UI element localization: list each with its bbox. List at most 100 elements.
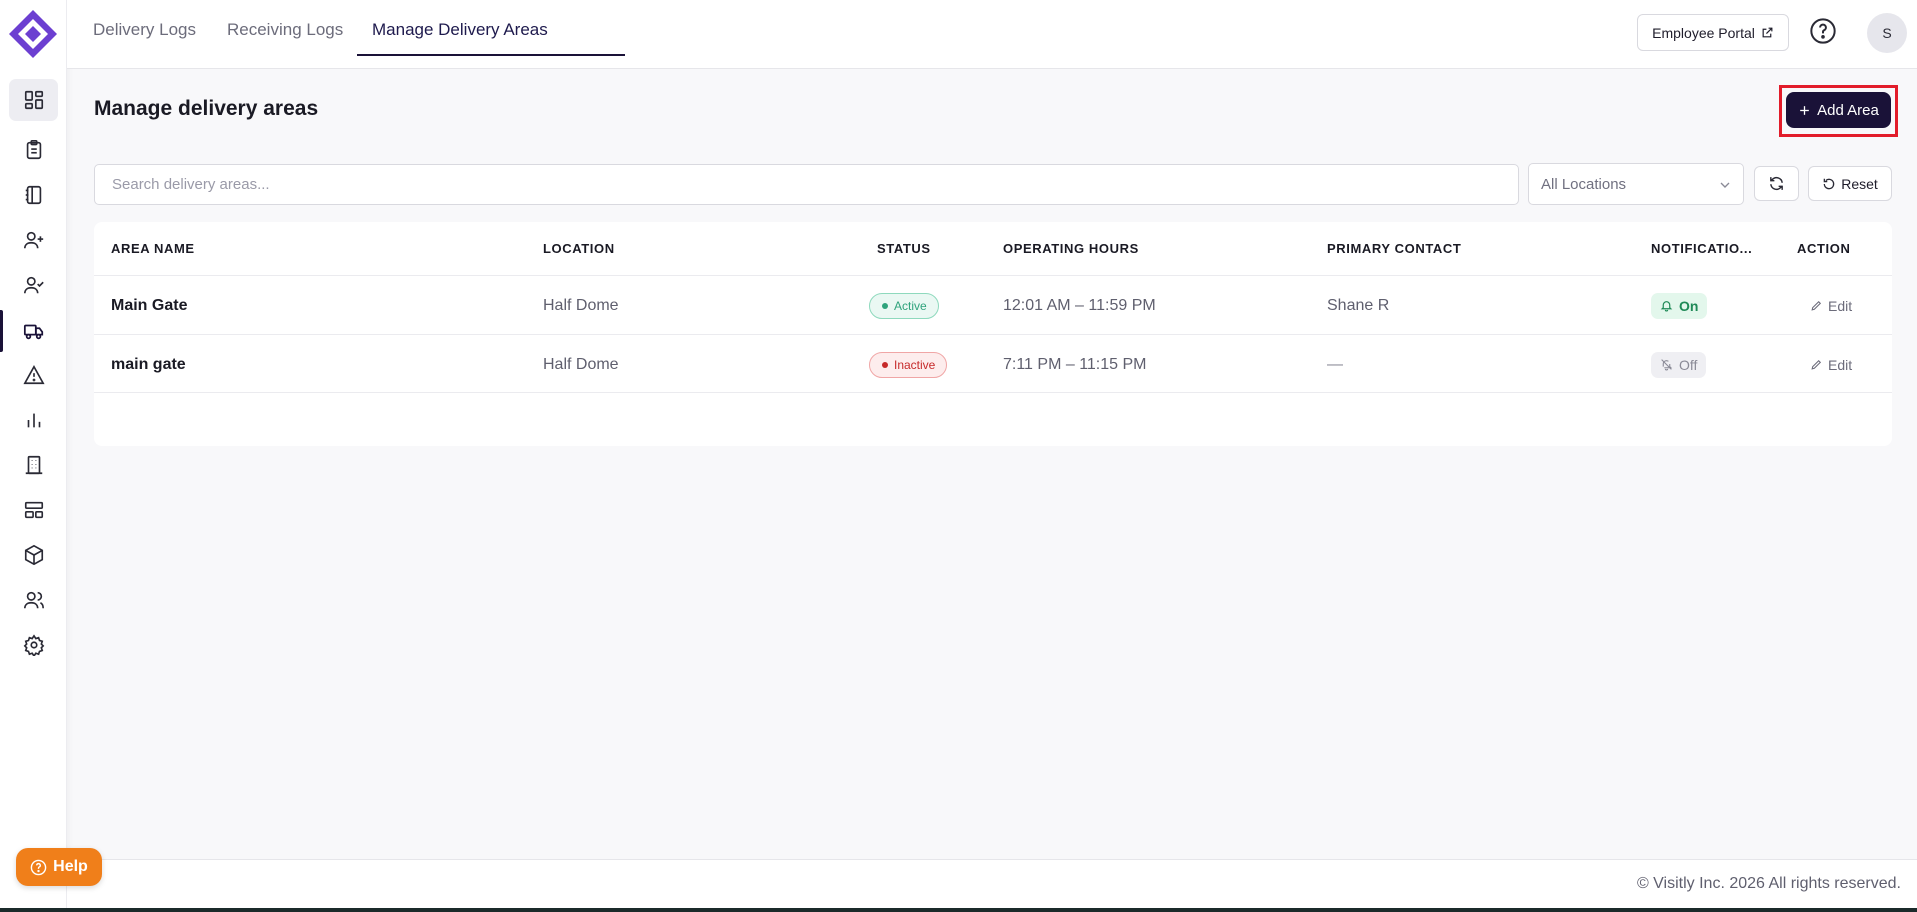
top-header: Delivery Logs Receiving Logs Manage Deli… [67,0,1917,69]
truck-icon [23,324,43,340]
bell-icon [1660,301,1673,312]
clipboard-icon [26,140,41,160]
bell-off-icon [1661,359,1673,371]
area-name-cell: Main Gate [111,296,188,314]
search-input[interactable] [94,164,1519,205]
pencil-icon [1811,359,1822,370]
active-nav-indicator [0,310,3,352]
location-filter-value: All Locations [1541,175,1627,193]
column-header-primary-contact[interactable]: PRIMARY CONTACT [1327,241,1461,256]
sidebar-item-incidents[interactable] [9,354,58,396]
warning-icon [22,365,45,385]
external-link-icon [1762,27,1773,38]
add-area-label: Add Area [1817,101,1879,119]
column-header-area-name[interactable]: AREA NAME [111,241,195,256]
tab-delivery-logs[interactable]: Delivery Logs [93,0,196,56]
primary-contact-cell: Shane R [1327,296,1390,314]
notification-label: On [1679,297,1699,314]
user-check-icon [23,276,44,294]
bottom-strip [0,908,1917,912]
location-cell: Half Dome [543,296,619,314]
edit-button[interactable]: Edit [1810,357,1852,373]
sidebar-item-dashboard[interactable] [9,79,58,121]
column-header-status[interactable]: STATUS [877,241,931,256]
column-header-location[interactable]: LOCATION [543,241,615,256]
sidebar-item-add-visitor[interactable] [9,219,58,261]
sidebar-item-check-in[interactable] [9,264,58,306]
bar-chart-icon [27,413,40,428]
pencil-icon [1811,300,1822,311]
edit-label: Edit [1828,356,1853,373]
table-row[interactable]: main gate Half Dome Inactive 7:11 PM – 1… [94,334,1892,393]
users-icon [23,591,44,609]
sidebar-item-deliveries[interactable] [9,310,58,352]
building-icon [25,455,42,475]
status-badge: Active [869,292,939,319]
plus-icon [1800,105,1809,115]
refresh-button[interactable] [1754,166,1799,201]
copyright-text: © Visitly Inc. 2026 All rights reserved. [1636,875,1901,892]
help-button[interactable]: Help [16,848,102,886]
layout-icon [24,501,43,519]
sidebar-item-users[interactable] [9,579,58,621]
chevron-down-icon [1720,182,1730,188]
settings-icon [23,634,44,656]
notification-toggle[interactable]: On [1651,292,1708,319]
status-cell: Active [869,276,939,335]
reset-label: Reset [1841,175,1878,192]
column-header-operating-hours[interactable]: OPERATING HOURS [1003,241,1139,256]
status-label: Inactive [894,357,936,372]
table-row[interactable]: Main Gate Half Dome Active 12:01 AM – 11… [94,275,1892,334]
brand-logo[interactable] [8,9,58,59]
area-name-cell: main gate [111,355,186,373]
logo-icon [9,10,57,58]
location-filter-select[interactable]: All Locations [1528,163,1744,205]
sidebar-item-spaces[interactable] [9,489,58,531]
operating-hours-cell: 12:01 AM – 11:59 PM [1003,296,1156,314]
active-tab-underline [357,54,625,56]
help-label: Help [53,858,88,875]
tab-manage-delivery-areas[interactable]: Manage Delivery Areas [372,0,548,56]
user-avatar[interactable]: S [1867,13,1907,53]
add-area-button[interactable]: Add Area [1786,92,1891,128]
question-icon [30,859,47,875]
notification-label: Off [1679,356,1698,373]
primary-contact-cell: — [1327,355,1343,373]
sidebar-item-logbook[interactable] [9,174,58,216]
edit-label: Edit [1828,297,1853,314]
column-header-notifications[interactable]: NOTIFICATIO... [1651,241,1752,256]
tab-receiving-logs[interactable]: Receiving Logs [227,0,343,56]
delivery-areas-table: AREA NAME LOCATION STATUS OPERATING HOUR… [94,222,1892,446]
employee-portal-button[interactable]: Employee Portal [1637,14,1789,51]
status-label: Active [894,298,927,313]
package-icon [24,544,43,566]
sidebar-item-settings[interactable] [9,624,58,666]
user-plus-icon [23,231,43,249]
operating-hours-cell: 7:11 PM – 11:15 PM [1003,355,1147,373]
status-cell: Inactive [869,335,948,394]
logbook-icon [25,185,41,205]
page-title: Manage delivery areas [94,97,319,120]
action-cell: Edit [1810,335,1852,394]
refresh-icon [1770,177,1783,190]
sidebar [0,0,67,912]
notifications-cell: On [1651,276,1708,335]
notifications-cell: Off [1651,335,1707,394]
notification-toggle[interactable]: Off [1651,351,1707,378]
action-cell: Edit [1810,276,1852,335]
help-circle-icon[interactable] [1809,17,1837,45]
column-header-action: ACTION [1797,241,1851,256]
sidebar-item-reports[interactable] [9,399,58,441]
dashboard-icon [24,90,43,110]
reset-icon [1823,178,1835,189]
sidebar-item-locations[interactable] [9,444,58,486]
sidebar-item-packages[interactable] [9,534,58,576]
status-dot [882,302,888,309]
status-dot [882,361,888,368]
employee-portal-label: Employee Portal [1652,24,1755,41]
sidebar-item-clipboard[interactable] [9,129,58,171]
footer: © Visitly Inc. 2026 All rights reserved. [67,859,1917,908]
edit-button[interactable]: Edit [1810,298,1852,314]
status-badge: Inactive [869,351,948,378]
reset-button[interactable]: Reset [1808,166,1892,201]
